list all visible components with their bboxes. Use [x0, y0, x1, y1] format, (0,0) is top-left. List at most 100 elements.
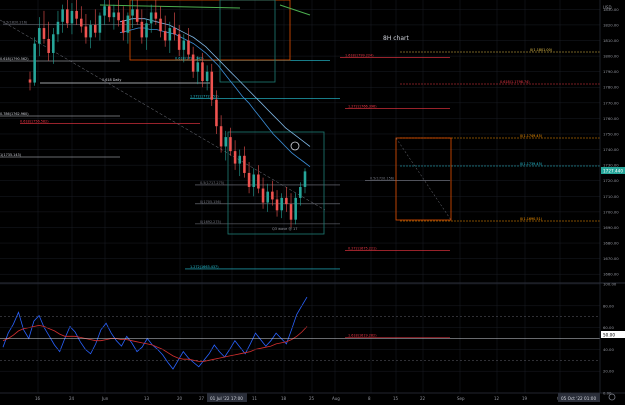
candle-body — [28, 79, 32, 83]
time-cursor-left-label: 01 Jul '22 17:00 — [210, 396, 243, 401]
fib-level-label: 0.5(1720.156) — [370, 176, 395, 180]
last-price-tag-label: 1727.440 — [603, 169, 623, 174]
price-tick-label: 1690.00 — [603, 225, 619, 230]
time-tick-label: Aug — [332, 396, 340, 401]
candle-body — [168, 28, 172, 41]
price-tick-label: 1820.00 — [603, 22, 619, 27]
chart-title: 8H chart — [383, 35, 409, 42]
candle-body — [140, 21, 144, 38]
candle-body — [233, 151, 237, 164]
candle-body — [121, 20, 125, 33]
time-tick-label: 13 — [144, 396, 150, 401]
time-tick-label: 25 — [309, 396, 315, 401]
rsi-level-tag-label: 50.00 — [603, 333, 615, 338]
candle-body — [159, 18, 162, 32]
candle-body — [84, 26, 88, 38]
candle-body — [275, 199, 279, 211]
candle-body — [266, 191, 269, 203]
candle-body — [294, 197, 297, 220]
right-tag-label: 0.618(1.1798.74) — [500, 80, 530, 84]
candle-body — [280, 197, 283, 211]
candle-body — [98, 15, 102, 33]
candle-body — [47, 38, 50, 53]
candle-body — [66, 9, 69, 24]
left-fib-label: 0.618(1790.562) — [0, 57, 29, 61]
time-tick-label: 15 — [393, 396, 399, 401]
candle-body — [187, 40, 190, 55]
price-tick-label: 1730.00 — [603, 163, 619, 168]
price-tick-label: 1700.00 — [603, 209, 619, 214]
candle-body — [75, 10, 78, 19]
candle-body — [89, 24, 92, 38]
price-tick-label: 1790.00 — [603, 69, 619, 74]
candle-body — [196, 62, 200, 72]
rsi-tick-label: 80.00 — [603, 303, 614, 308]
candle-body — [103, 6, 106, 16]
fib-level-label: 1.618(1799.224) — [345, 53, 374, 57]
candle-body — [182, 40, 186, 50]
price-tick-label: 1670.00 — [603, 256, 619, 261]
candle-body — [238, 155, 242, 164]
chart-canvas[interactable]: 0.5(1820.216)0.618(1797.342)1.272(1772.9… — [0, 0, 625, 405]
time-tick-label: 22 — [420, 396, 426, 401]
time-tick-label: 12 — [494, 396, 500, 401]
time-tick-label: 16 — [35, 396, 41, 401]
candle-body — [215, 99, 218, 127]
candle-body — [191, 54, 195, 72]
candle-body — [131, 9, 134, 16]
price-tick-label: 1760.00 — [603, 116, 619, 121]
fib-level-label: 0.5(1717.275) — [200, 181, 225, 185]
price-tick-label: 1680.00 — [603, 241, 619, 246]
price-tick-label: 1750.00 — [603, 131, 619, 136]
candle-body — [247, 172, 251, 187]
right-tag-label: 0(1.1690.51) — [520, 217, 543, 221]
candle-body — [201, 62, 204, 82]
count-annotation: Q3 wave @ 17 — [272, 227, 298, 231]
candle-body — [154, 12, 158, 19]
right-tag-label: 0(1.1749.45) — [520, 134, 543, 138]
rsi-tick-label: 100.00 — [603, 282, 617, 287]
fib-level-label: 1.272(1766.396) — [348, 104, 377, 108]
candle-body — [261, 188, 265, 203]
rsi-tick-label: 40.00 — [603, 347, 614, 352]
price-tick-label: 1740.00 — [603, 147, 619, 152]
rsi-level-tag: 50.00 — [601, 331, 625, 338]
candle-body — [107, 6, 111, 18]
candle-body — [79, 18, 83, 27]
rsi-tick-label: 60.00 — [603, 325, 614, 330]
candle-body — [145, 23, 148, 38]
time-tick-label: 20 — [177, 396, 183, 401]
price-tick-label: 1710.00 — [603, 194, 619, 199]
candle-body — [52, 34, 55, 53]
time-tick-label: 19 — [522, 396, 528, 401]
time-tick-label: Sep — [457, 396, 465, 401]
price-tick-label: 1780.00 — [603, 85, 619, 90]
right-tag-label: 0(1.1801.00) — [530, 48, 553, 52]
candle-body — [219, 126, 223, 147]
candle-body — [177, 34, 181, 50]
candle-body — [271, 191, 274, 200]
price-tick-label: 1660.00 — [603, 272, 619, 277]
time-tick-label: 18 — [281, 396, 287, 401]
candle-body — [33, 43, 36, 83]
fib-level-label: 0(1692.275) — [200, 220, 222, 224]
candle-body — [117, 12, 120, 21]
candle-body — [112, 12, 116, 18]
candle-body — [224, 137, 228, 147]
fib-level-label: 1.272(1663.437) — [190, 265, 219, 269]
fib-level-label: 0.272(1675.221) — [348, 247, 377, 251]
time-cursor-right-label: 05 Oct '22 01:00 — [561, 396, 596, 401]
candle-body — [93, 24, 97, 33]
time-tick-label: Jun — [101, 396, 109, 401]
candle-body — [299, 186, 302, 198]
fib-level-label: 1.618(1619.282) — [348, 334, 377, 338]
price-tick-label: 1800.00 — [603, 54, 619, 59]
candle-body — [56, 21, 60, 35]
rsi-tick-label: 20.00 — [603, 369, 614, 374]
fib-level-label: 1.272(1772.953) — [190, 94, 219, 98]
time-tick-label: 11 — [252, 396, 258, 401]
candle-body — [38, 28, 41, 44]
left-fib-label: 1(1735.143) — [0, 153, 22, 157]
time-cursor-left: 01 Jul '22 17:00 — [207, 393, 247, 402]
candle-body — [303, 171, 307, 187]
